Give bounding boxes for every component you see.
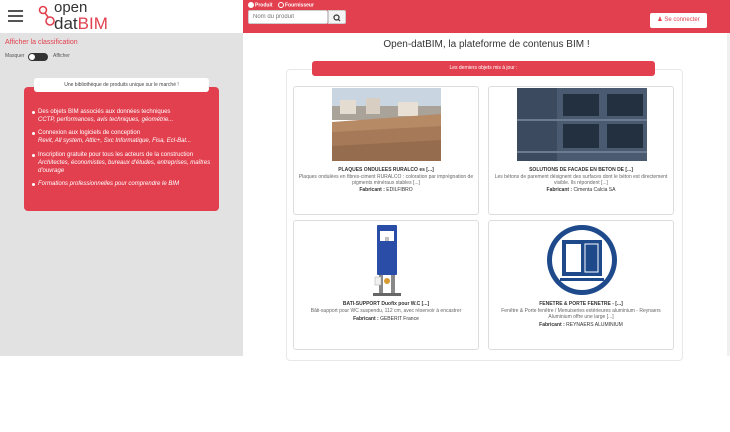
product-card[interactable]: BATI-SUPPORT Duofix pour W.C [...] Bâti-…: [293, 220, 479, 350]
promo-item: Connexion aux logiciels de conception Rev…: [32, 129, 218, 145]
promo-item: Inscription gratuite pour tous les acteu…: [32, 151, 218, 175]
product-maker: Fabricant : REYNAERS ALUMINIUM: [489, 322, 673, 328]
promo-detail: CCTP, performances, avis techniques, géo…: [38, 117, 174, 123]
search-button[interactable]: [328, 10, 346, 24]
product-card[interactable]: SOLUTIONS DE FACADE EN BETON DE [...] Le…: [488, 86, 674, 215]
product-maker: Fabricant : EDILFIBRO: [294, 187, 478, 193]
radio-produit[interactable]: Produit: [248, 2, 273, 8]
login-label: Se connecter: [664, 17, 700, 23]
maker-prefix: Fabricant :: [353, 316, 379, 322]
search-icon: [333, 14, 341, 22]
window-icon: [547, 225, 617, 295]
product-description: Plaques ondulées en fibres-ciment RURALC…: [298, 174, 474, 186]
product-card[interactable]: PLAQUES ONDULEES RURALCO es [...] Plaque…: [293, 86, 479, 215]
product-description: Bâti-support pour WC suspendu, 112 cm, a…: [310, 308, 462, 314]
product-title: PLAQUES ONDULEES RURALCO es [...]: [338, 167, 434, 173]
promo-detail: Revit, All system, Attic+, Sxc Informati…: [38, 138, 192, 144]
promo-item: Des objets BIM associés aux données tech…: [32, 108, 218, 124]
maker-name: Cimenta Calcia SA: [573, 187, 616, 193]
product-title: SOLUTIONS DE FACADE EN BETON DE [...]: [529, 167, 633, 173]
product-title: FENETRE & PORTE FENETRE - [...]: [539, 301, 623, 307]
promo-title: Des objets BIM associés aux données tech…: [38, 109, 171, 115]
search-input[interactable]: [248, 10, 328, 24]
maker-name: GEBERIT France: [380, 316, 419, 322]
radio-icon: [248, 2, 254, 8]
radio-icon: [278, 2, 284, 8]
menu-icon[interactable]: [8, 10, 23, 22]
promo-detail: Formations professionnelles pour compren…: [38, 181, 180, 187]
radio-fournisseur[interactable]: Fournisseur: [278, 2, 314, 8]
maker-prefix: Fabricant :: [539, 322, 565, 328]
classification-link[interactable]: Afficher la classification: [5, 39, 78, 46]
promo-title: Inscription gratuite pour tous les acteu…: [38, 152, 194, 158]
promo-title: Connexion aux logiciels de conception: [38, 130, 141, 136]
login-button[interactable]: ♟ Se connecter: [650, 13, 707, 28]
promo-detail: Architectes, économistes, bureaux d'étud…: [38, 160, 211, 174]
product-image-facade: [517, 88, 647, 161]
product-image-frame: [373, 225, 401, 296]
left-header: [0, 0, 243, 33]
logo-bim: BIM: [77, 14, 108, 33]
logo-line2: datBIM: [54, 14, 108, 34]
tagline: Une bibliothèque de produits unique sur …: [34, 78, 209, 92]
maker-prefix: Fabricant :: [546, 187, 573, 193]
page-title: Open-datBIM, la plateforme de contenus B…: [383, 39, 590, 50]
latest-objects-header: Les derniers objets mis à jour :: [312, 61, 655, 76]
hide-label: Masquer: [5, 53, 25, 59]
maker-name: REYNAERS ALUMINIUM: [566, 322, 623, 328]
toggle-knob: [29, 54, 35, 60]
promo-item: Formations professionnelles pour compren…: [32, 180, 218, 188]
promo-panel: [24, 87, 219, 211]
product-title: BATI-SUPPORT Duofix pour W.C [...]: [342, 301, 430, 307]
radio-fournisseur-label: Fournisseur: [285, 2, 314, 9]
product-description: Fenêtre & Porte fenêtre / Menuiseries ex…: [501, 308, 661, 320]
product-maker: Fabricant : Cimenta Calcia SA: [489, 187, 673, 193]
maker-prefix: Fabricant :: [359, 187, 385, 193]
product-card[interactable]: FENETRE & PORTE FENETRE - [...] Fenêtre …: [488, 220, 674, 350]
logo-dat: dat: [54, 14, 78, 33]
product-image-roof: [332, 88, 441, 161]
user-icon: ♟: [657, 17, 663, 23]
radio-produit-label: Produit: [255, 2, 273, 9]
maker-name: EDILFIBRO: [386, 187, 413, 193]
show-label: Afficher: [53, 53, 70, 59]
product-description: Les bétons de parement désignent des sur…: [494, 174, 668, 186]
product-maker: Fabricant : GEBERIT France: [294, 316, 478, 322]
